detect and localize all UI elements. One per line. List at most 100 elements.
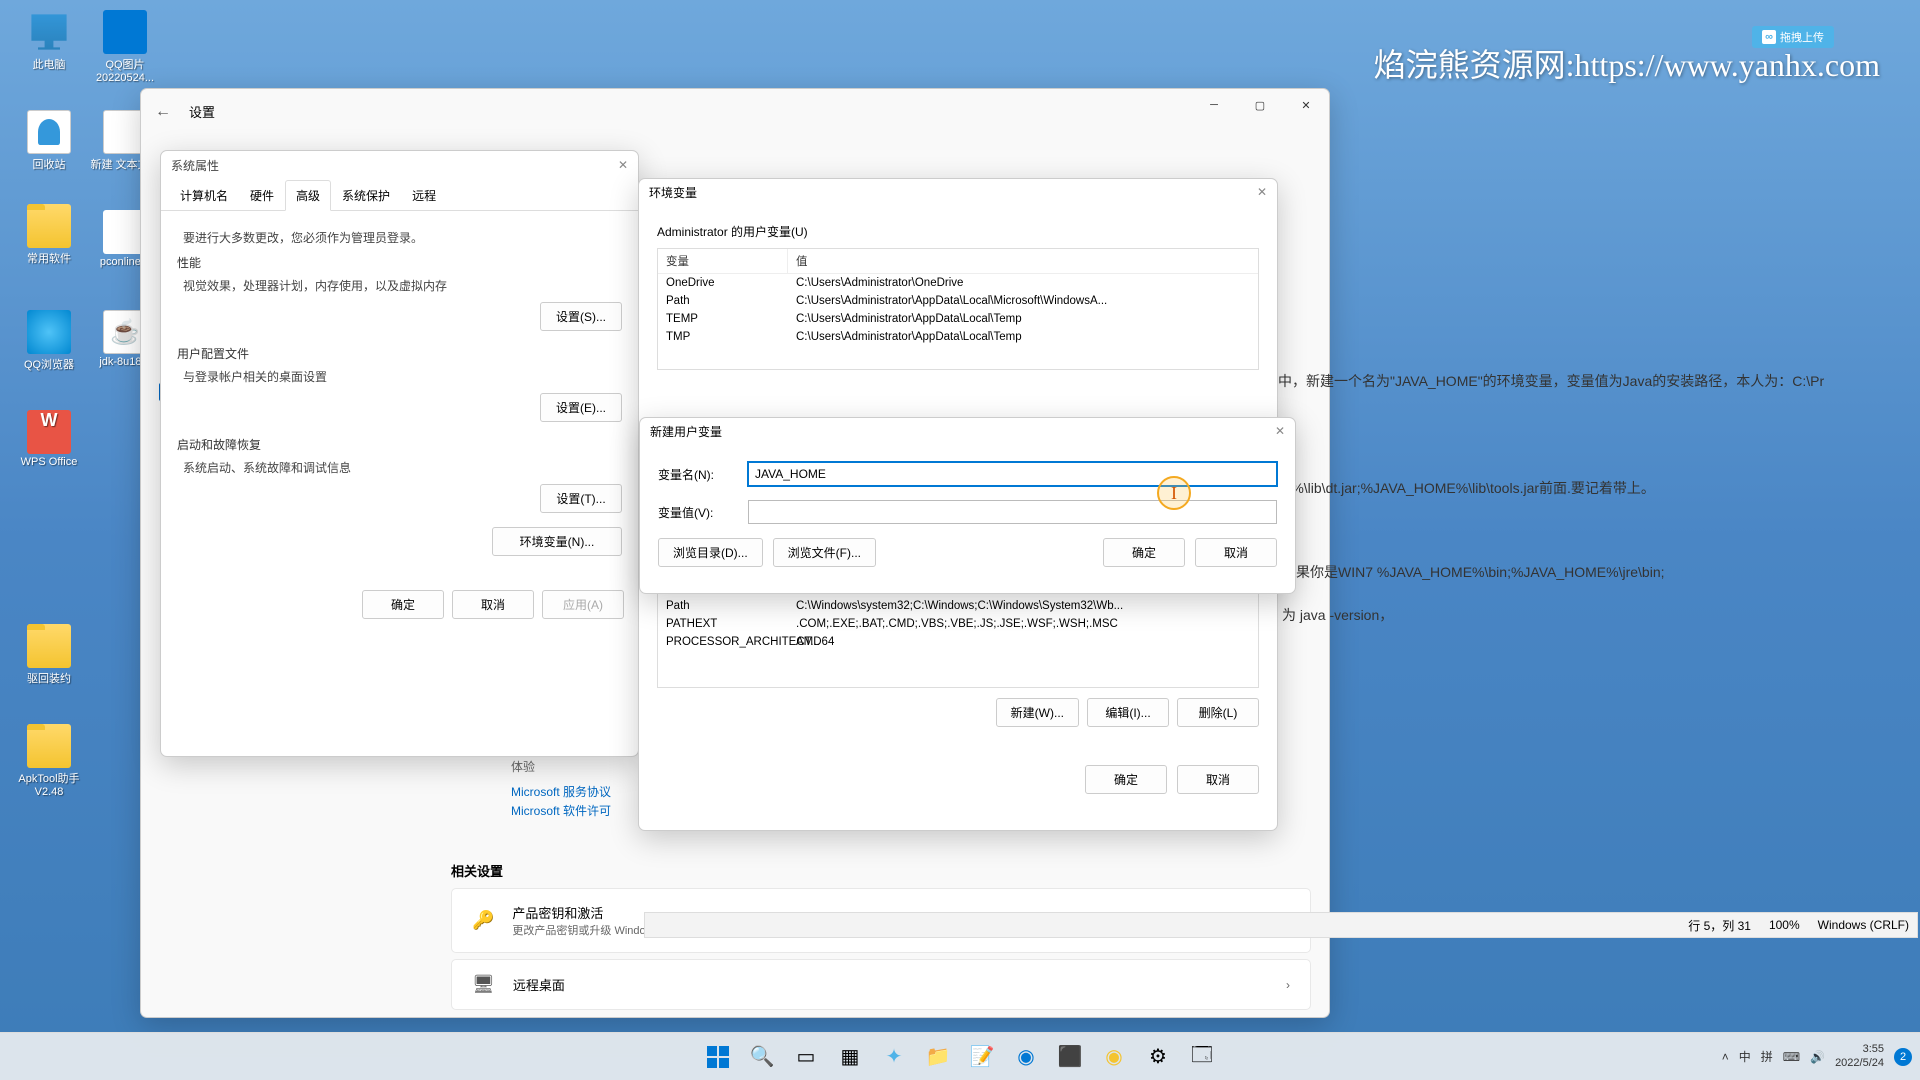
upload-badge: 拖拽上传: [1752, 26, 1834, 48]
product-key-sub: 更改产品密钥或升级 Windows: [512, 922, 659, 938]
ok-button[interactable]: 确定: [1103, 538, 1185, 567]
apply-button[interactable]: 应用(A): [542, 590, 624, 619]
cursor-position: 行 5，列 31: [1688, 917, 1751, 934]
desktop-icon[interactable]: 此电脑: [12, 10, 86, 72]
tab-2[interactable]: 高级: [285, 180, 331, 211]
col-variable[interactable]: 变量: [658, 249, 788, 273]
pc-icon: [27, 10, 71, 54]
ms-license-link[interactable]: Microsoft 软件许可: [511, 802, 611, 819]
userprofile-settings-button[interactable]: 设置(E)...: [540, 393, 622, 422]
var-name-input[interactable]: [748, 462, 1277, 486]
desktop-icon[interactable]: QQ图片20220524...: [88, 10, 162, 84]
taskview-icon[interactable]: ▭: [786, 1037, 826, 1077]
tray-chevron-icon[interactable]: ˄: [1722, 1050, 1729, 1064]
tab-3[interactable]: 系统保护: [331, 180, 401, 211]
perf-settings-button[interactable]: 设置(S)...: [540, 302, 622, 331]
desktop-icon[interactable]: 驱回装约: [12, 630, 86, 686]
chevron-right-icon: ›: [1286, 978, 1290, 992]
browse-file-button[interactable]: 浏览文件(F)...: [773, 538, 876, 567]
var-value-input[interactable]: [748, 500, 1277, 524]
delete-button[interactable]: 删除(L): [1177, 698, 1259, 727]
table-row[interactable]: PROCESSOR_ARCHITECT...AMD64: [658, 633, 1258, 651]
zoom-level: 100%: [1769, 918, 1800, 932]
desktop-icon-label: QQ图片20220524...: [88, 56, 162, 84]
desktop-icon-label: 回收站: [12, 156, 86, 172]
clock[interactable]: 3:55 2022/5/24: [1835, 1043, 1884, 1069]
new-user-var-dialog: 新建用户变量 ✕ 变量名(N): 变量值(V): 浏览目录(D)... 浏览文件…: [639, 417, 1296, 594]
ms-service-link[interactable]: Microsoft 服务协议: [511, 783, 611, 800]
new-button[interactable]: 新建(W)...: [996, 698, 1079, 727]
desktop-icon[interactable]: 常用软件: [12, 210, 86, 266]
cancel-button[interactable]: 取消: [452, 590, 534, 619]
recorder-icon[interactable]: ◉: [1094, 1037, 1134, 1077]
desktop-icon-label: 此电脑: [12, 56, 86, 72]
folder-icon: [27, 624, 71, 668]
remote-desktop-card[interactable]: 🖥 远程桌面 ›: [451, 959, 1311, 1010]
startup-settings-button[interactable]: 设置(T)...: [540, 484, 622, 513]
ok-button[interactable]: 确定: [1085, 765, 1167, 794]
tab-4[interactable]: 远程: [401, 180, 447, 211]
app-icon[interactable]: 🗔: [1182, 1037, 1222, 1077]
monitor-icon: 🖥: [472, 974, 495, 995]
desktop-icon-label: 常用软件: [12, 250, 86, 266]
widgets-icon[interactable]: ▦: [830, 1037, 870, 1077]
userprofile-text: 与登录帐户相关的桌面设置: [183, 368, 616, 385]
volume-icon[interactable]: 🔊: [1810, 1050, 1825, 1064]
tab-1[interactable]: 硬件: [239, 180, 285, 211]
col-value[interactable]: 值: [788, 249, 1258, 273]
product-key-title: 产品密钥和激活: [512, 903, 659, 922]
table-row[interactable]: PATHEXT.COM;.EXE;.BAT;.CMD;.VBS;.VBE;.JS…: [658, 615, 1258, 633]
keyboard-icon[interactable]: ⌨: [1783, 1050, 1800, 1064]
sysprops-title: 系统属性: [171, 157, 219, 174]
edit-button[interactable]: 编辑(I)...: [1087, 698, 1169, 727]
desktop-icon[interactable]: WWPS Office: [12, 410, 86, 468]
env-vars-button[interactable]: 环境变量(N)...: [492, 527, 622, 556]
table-row[interactable]: PathC:\Users\Administrator\AppData\Local…: [658, 292, 1258, 310]
close-icon[interactable]: ✕: [1275, 424, 1285, 438]
bg-text-2: E%\lib\dt.jar;%JAVA_HOME%\lib\tools.jar前…: [1282, 478, 1655, 498]
close-button[interactable]: ✕: [1283, 89, 1329, 121]
maximize-button[interactable]: ▢: [1237, 89, 1283, 121]
notepad-icon[interactable]: 📝: [962, 1037, 1002, 1077]
close-icon[interactable]: ✕: [1257, 185, 1267, 199]
perf-heading: 性能: [177, 254, 622, 271]
jpg-icon: [103, 10, 147, 54]
start-button[interactable]: [698, 1037, 738, 1077]
tab-0[interactable]: 计算机名: [169, 180, 239, 211]
admin-note: 要进行大多数更改，您必须作为管理员登录。: [183, 229, 616, 246]
notification-badge[interactable]: 2: [1894, 1048, 1912, 1066]
desktop-icon-label: 驱回装约: [12, 670, 86, 686]
user-vars-table[interactable]: 变量值 OneDriveC:\Users\Administrator\OneDr…: [657, 248, 1259, 370]
minimize-button[interactable]: ─: [1191, 89, 1237, 121]
desktop-icon[interactable]: ApkTool助手V2.48: [12, 730, 86, 798]
back-icon[interactable]: ←: [155, 103, 171, 121]
settings-taskbar-icon[interactable]: ⚙: [1138, 1037, 1178, 1077]
browse-dir-button[interactable]: 浏览目录(D)...: [658, 538, 763, 567]
capture-icon[interactable]: ⬛: [1050, 1037, 1090, 1077]
desktop-icon-label: WPS Office: [12, 456, 86, 468]
desktop-icon[interactable]: 回收站: [12, 110, 86, 172]
userprofile-heading: 用户配置文件: [177, 345, 622, 362]
notepad-statusbar: 行 5，列 31 100% Windows (CRLF): [644, 912, 1918, 938]
remote-desktop-title: 远程桌面: [513, 975, 565, 994]
ime-mode[interactable]: 拼: [1761, 1048, 1773, 1065]
system-properties-dialog: 系统属性 ✕ 计算机名硬件高级系统保护远程 要进行大多数更改，您必须作为管理员登…: [160, 150, 639, 757]
close-icon[interactable]: ✕: [618, 158, 628, 172]
edge-icon[interactable]: ◉: [1006, 1037, 1046, 1077]
ime-indicator[interactable]: 中: [1739, 1048, 1751, 1065]
related-settings-heading: 相关设置: [451, 861, 1311, 880]
chat-icon[interactable]: ✦: [874, 1037, 914, 1077]
cancel-button[interactable]: 取消: [1195, 538, 1277, 567]
table-row[interactable]: TEMPC:\Users\Administrator\AppData\Local…: [658, 310, 1258, 328]
explorer-icon[interactable]: 📁: [918, 1037, 958, 1077]
table-row[interactable]: TMPC:\Users\Administrator\AppData\Local\…: [658, 328, 1258, 346]
search-icon[interactable]: 🔍: [742, 1037, 782, 1077]
ok-button[interactable]: 确定: [362, 590, 444, 619]
table-row[interactable]: OneDriveC:\Users\Administrator\OneDrive: [658, 274, 1258, 292]
table-row[interactable]: PathC:\Windows\system32;C:\Windows;C:\Wi…: [658, 597, 1258, 615]
settings-title: 设置: [189, 102, 215, 121]
desktop-icon[interactable]: QQ浏览器: [12, 310, 86, 372]
bg-text-3: 如果你是WIN7 %JAVA_HOME%\bin;%JAVA_HOME%\jre…: [1282, 562, 1665, 582]
perf-text: 视觉效果，处理器计划，内存使用，以及虚拟内存: [183, 277, 616, 294]
cancel-button[interactable]: 取消: [1177, 765, 1259, 794]
